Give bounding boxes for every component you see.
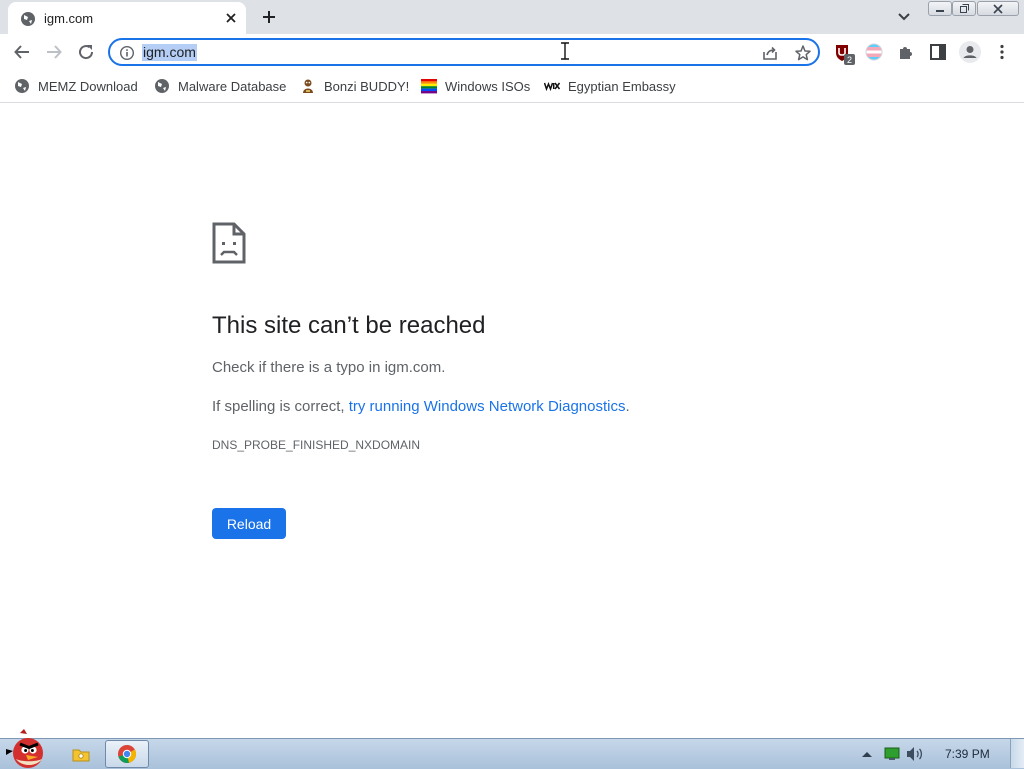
globe-icon bbox=[154, 78, 170, 94]
side-panel-icon[interactable] bbox=[929, 43, 947, 61]
error-diagnostics-hint: If spelling is correct, try running Wind… bbox=[212, 398, 630, 415]
pride-extension-icon[interactable] bbox=[865, 43, 883, 61]
info-icon[interactable] bbox=[119, 45, 135, 61]
chevron-down-icon[interactable] bbox=[896, 10, 912, 24]
tab-igm[interactable]: igm.com bbox=[8, 2, 246, 34]
toolbar: igm.com 2 bbox=[0, 34, 1024, 70]
profile-avatar-icon[interactable] bbox=[958, 40, 982, 64]
show-desktop-button[interactable] bbox=[1010, 739, 1024, 768]
puzzle-extensions-icon[interactable] bbox=[897, 43, 915, 61]
reload-icon[interactable] bbox=[77, 43, 95, 61]
chrome-icon bbox=[118, 745, 137, 763]
bookmark-egyptian-embassy[interactable]: Egyptian Embassy bbox=[544, 76, 676, 96]
back-arrow-icon[interactable] bbox=[13, 43, 31, 61]
error-code: DNS_PROBE_FINISHED_NXDOMAIN bbox=[212, 438, 421, 452]
bonzi-icon bbox=[300, 78, 316, 94]
error-typo-hint: Check if there is a typo in igm.com. bbox=[212, 359, 446, 376]
tray-overflow-arrow-icon[interactable] bbox=[861, 749, 873, 759]
bookmark-windows-isos[interactable]: Windows ISOs bbox=[421, 76, 530, 96]
share-icon[interactable] bbox=[761, 44, 779, 62]
ublock-icon[interactable]: 2 bbox=[834, 43, 858, 67]
menu-dots-icon[interactable] bbox=[993, 43, 1011, 61]
wix-icon bbox=[544, 78, 560, 94]
tab-strip: igm.com bbox=[0, 0, 1024, 34]
rainbow-flag-icon bbox=[421, 78, 437, 94]
close-tab-icon[interactable] bbox=[224, 11, 238, 25]
bookmark-star-icon[interactable] bbox=[794, 44, 812, 62]
text-cursor-icon bbox=[559, 42, 571, 60]
sad-document-icon bbox=[212, 222, 246, 264]
chrome-taskbar-button[interactable] bbox=[105, 740, 149, 768]
bookmark-label: Bonzi BUDDY! bbox=[324, 78, 410, 94]
restore-button[interactable] bbox=[952, 1, 976, 16]
bookmark-malware-database[interactable]: Malware Database bbox=[154, 76, 286, 96]
url-text[interactable]: igm.com bbox=[142, 44, 197, 61]
reload-button[interactable]: Reload bbox=[212, 508, 286, 539]
error-diagnostics-prefix: If spelling is correct, bbox=[212, 398, 349, 415]
bookmarks-bar: MEMZ Download Malware Database Bonzi BUD… bbox=[0, 70, 1024, 103]
volume-icon[interactable] bbox=[906, 746, 924, 762]
error-diagnostics-suffix: . bbox=[625, 398, 630, 415]
ublock-badge: 2 bbox=[847, 55, 852, 65]
globe-icon bbox=[20, 11, 36, 27]
bookmark-label: Windows ISOs bbox=[445, 78, 531, 94]
forward-arrow-icon[interactable] bbox=[45, 43, 63, 61]
bookmark-memz-download[interactable]: MEMZ Download bbox=[14, 76, 138, 96]
angry-bird-start-icon[interactable] bbox=[2, 729, 50, 769]
bookmark-label: MEMZ Download bbox=[38, 78, 138, 94]
tab-title: igm.com bbox=[44, 11, 94, 26]
new-tab-icon[interactable] bbox=[260, 8, 278, 26]
bookmark-bonzi-buddy[interactable]: Bonzi BUDDY! bbox=[300, 76, 409, 96]
network-icon[interactable] bbox=[884, 746, 900, 762]
taskbar: 7:39 PM bbox=[0, 729, 1024, 769]
close-window-button[interactable] bbox=[977, 1, 1019, 16]
bookmark-label: Malware Database bbox=[178, 78, 287, 94]
error-title: This site can’t be reached bbox=[212, 312, 486, 339]
globe-icon bbox=[14, 78, 30, 94]
taskbar-clock[interactable]: 7:39 PM bbox=[945, 747, 990, 761]
address-bar[interactable]: igm.com bbox=[108, 38, 820, 66]
bookmark-label: Egyptian Embassy bbox=[568, 78, 676, 94]
minimize-button[interactable] bbox=[928, 1, 952, 16]
network-diagnostics-link[interactable]: try running Windows Network Diagnostics bbox=[349, 398, 626, 415]
explorer-taskbar-button[interactable] bbox=[64, 740, 96, 768]
